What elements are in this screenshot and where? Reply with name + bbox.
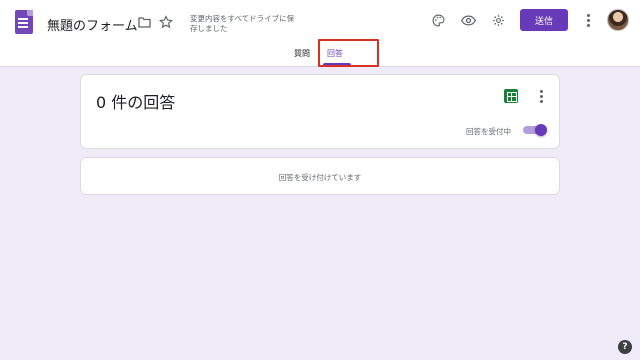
- top-bar: 無題のフォーム 変更内容をすべてドライブに保存しました 送信 質問 回答: [0, 0, 640, 67]
- sheets-icon[interactable]: [504, 89, 518, 103]
- forms-logo-icon[interactable]: [15, 10, 33, 34]
- send-button[interactable]: 送信: [520, 9, 568, 31]
- more-vert-icon[interactable]: [586, 14, 590, 27]
- tab-questions[interactable]: 質問: [294, 48, 310, 59]
- annotation-highlight-box: [318, 39, 379, 67]
- save-status: 変更内容をすべてドライブに保存しました: [190, 14, 295, 33]
- folder-icon[interactable]: [137, 15, 151, 29]
- settings-gear-icon[interactable]: [491, 13, 505, 27]
- accepting-notice-text: 回答を受け付けています: [278, 173, 362, 182]
- help-icon[interactable]: ?: [618, 340, 632, 354]
- response-count: 0 件の回答: [96, 93, 176, 112]
- form-title[interactable]: 無題のフォーム: [47, 15, 138, 34]
- palette-icon[interactable]: [431, 13, 445, 27]
- preview-eye-icon[interactable]: [461, 13, 476, 27]
- star-icon[interactable]: [159, 15, 173, 29]
- responses-summary-card: 0 件の回答 回答を受付中: [80, 74, 560, 149]
- toggle-thumb: [535, 124, 547, 136]
- accepting-responses-toggle[interactable]: [523, 124, 547, 136]
- avatar[interactable]: [607, 9, 629, 31]
- card-more-vert-icon[interactable]: [539, 90, 543, 103]
- accepting-responses-label: 回答を受付中: [466, 127, 511, 136]
- accepting-notice-card: 回答を受け付けています: [80, 157, 560, 195]
